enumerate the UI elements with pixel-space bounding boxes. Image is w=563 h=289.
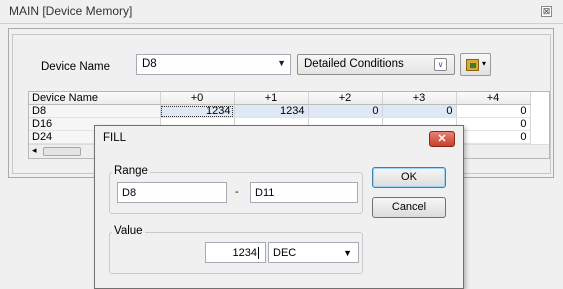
option-tool-button[interactable]: ▾ bbox=[460, 53, 491, 76]
cell-value[interactable]: 0 bbox=[456, 117, 531, 131]
row-device-name[interactable]: D8 bbox=[29, 104, 161, 118]
chevron-down-icon[interactable]: ▼ bbox=[277, 58, 286, 68]
cancel-button[interactable]: Cancel bbox=[372, 197, 446, 218]
range-from-value: D8 bbox=[122, 187, 137, 199]
column-header-device-name[interactable]: Device Name bbox=[29, 92, 161, 105]
expand-icon: ∨ bbox=[434, 58, 447, 71]
cell-value[interactable]: 0 bbox=[456, 104, 531, 118]
detailed-conditions-button[interactable]: Detailed Conditions ∨ bbox=[297, 54, 455, 75]
column-header-offset-2[interactable]: +2 bbox=[308, 92, 383, 105]
column-header-offset-1[interactable]: +1 bbox=[234, 92, 309, 105]
ok-button[interactable]: OK bbox=[372, 167, 446, 188]
cell-value[interactable]: 1234 bbox=[160, 104, 235, 118]
dialog-title: FILL bbox=[103, 132, 127, 144]
cell-value[interactable]: 0 bbox=[456, 130, 531, 144]
cell-value[interactable]: 0 bbox=[308, 104, 383, 118]
cell-value[interactable]: 0 bbox=[382, 104, 457, 118]
range-label: Range bbox=[112, 165, 150, 177]
scroll-left-icon[interactable]: ◂ bbox=[32, 145, 37, 156]
range-from-field[interactable]: D8 bbox=[117, 182, 227, 203]
range-separator: - bbox=[235, 186, 239, 198]
device-name-value: D8 bbox=[142, 58, 157, 70]
column-header-offset-4[interactable]: +4 bbox=[456, 92, 531, 105]
column-header-offset-0[interactable]: +0 bbox=[160, 92, 235, 105]
cell-value[interactable]: 1234 bbox=[234, 104, 309, 118]
horizontal-scroll-thumb[interactable] bbox=[43, 147, 81, 156]
table-row[interactable]: D8 1234 1234 0 0 0 bbox=[29, 104, 531, 118]
dialog-close-icon[interactable]: ✕ bbox=[429, 131, 455, 147]
device-name-combobox[interactable]: D8 ▼ bbox=[136, 54, 291, 75]
value-field[interactable]: 1234 bbox=[205, 242, 266, 263]
device-name-label: Device Name bbox=[41, 61, 111, 73]
range-to-value: D11 bbox=[255, 187, 275, 199]
options-icon bbox=[466, 59, 479, 71]
window-title: MAIN [Device Memory] bbox=[9, 4, 133, 18]
grid-header-row: Device Name +0 +1 +2 +3 +4 bbox=[29, 92, 531, 105]
fill-dialog: FILL ✕ Range D8 - D11 Value 1234 DEC ▼ O… bbox=[94, 125, 464, 289]
range-to-field[interactable]: D11 bbox=[250, 182, 358, 203]
value-label: Value bbox=[112, 225, 145, 237]
column-header-offset-3[interactable]: +3 bbox=[382, 92, 457, 105]
value-text: 1234 bbox=[232, 247, 259, 259]
chevron-down-icon[interactable]: ▼ bbox=[343, 248, 352, 258]
radix-select[interactable]: DEC ▼ bbox=[268, 242, 359, 263]
window-close-icon[interactable]: ⊠ bbox=[541, 6, 552, 17]
detailed-conditions-label: Detailed Conditions bbox=[304, 58, 404, 70]
dropdown-arrow-icon: ▾ bbox=[482, 59, 487, 68]
radix-value: DEC bbox=[273, 247, 297, 259]
